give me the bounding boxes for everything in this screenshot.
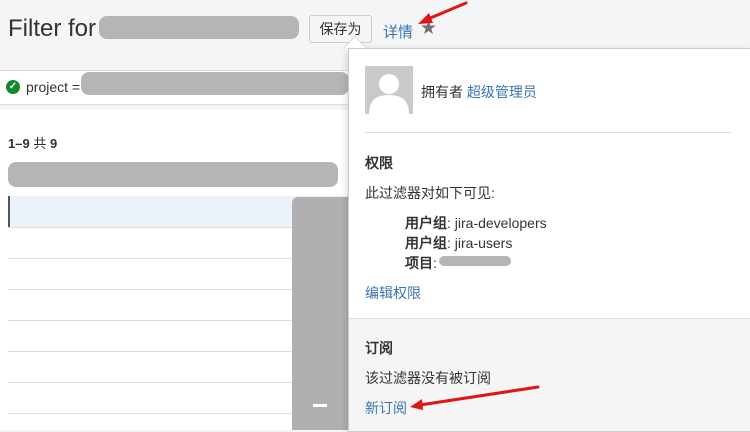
arrow-to-new-subscription: [410, 385, 540, 410]
arrow-to-details: [418, 1, 468, 24]
annotation-arrows: [410, 1, 540, 410]
